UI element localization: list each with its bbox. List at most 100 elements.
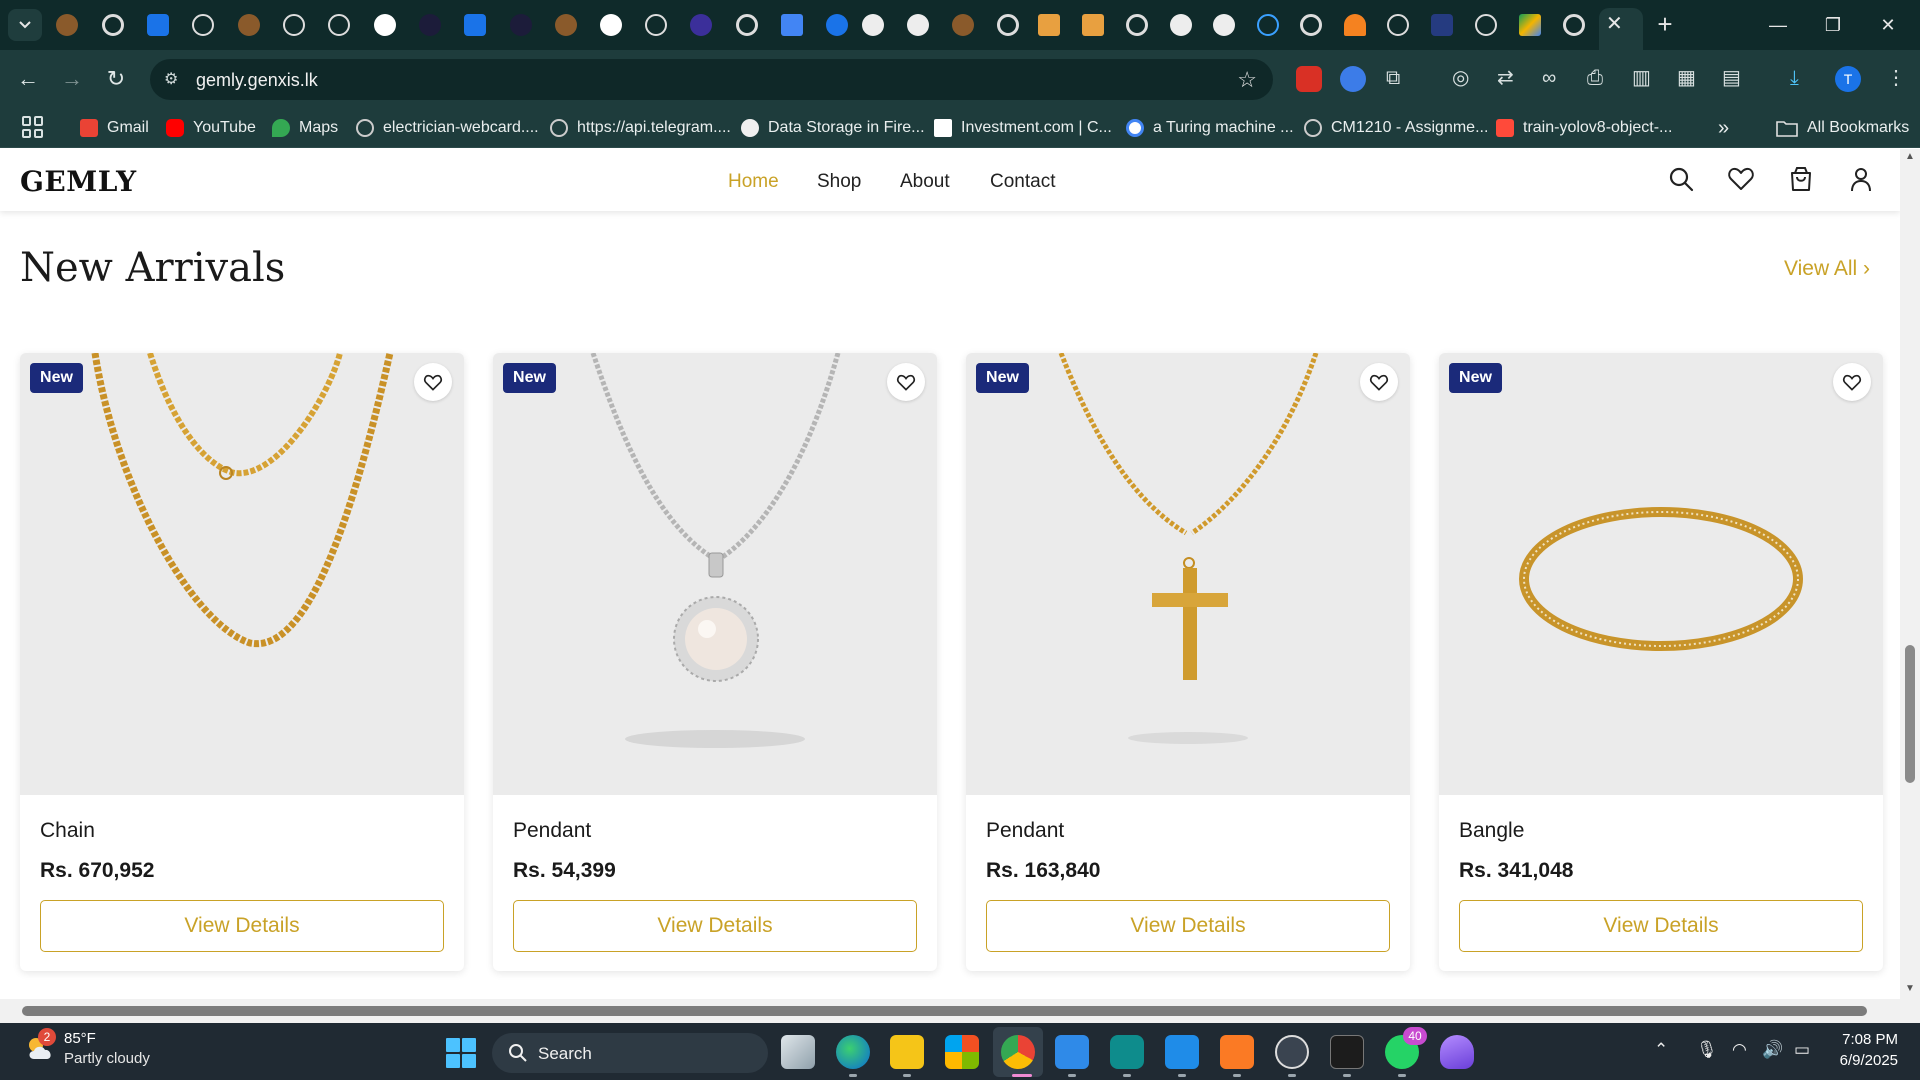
- github-icon[interactable]: [1170, 14, 1192, 36]
- drive-icon[interactable]: [1519, 14, 1541, 36]
- tab-favicon[interactable]: [419, 14, 441, 36]
- wishlist-button[interactable]: [414, 363, 452, 401]
- translate-icon[interactable]: ⇄: [1497, 64, 1514, 92]
- url-text[interactable]: gemly.genxis.lk: [196, 70, 318, 91]
- shopping-bag-icon[interactable]: [1787, 165, 1815, 193]
- screenshot-icon[interactable]: ◎: [1452, 64, 1469, 92]
- scroll-down-arrow-icon[interactable]: ▼: [1905, 983, 1915, 994]
- product-image[interactable]: [966, 353, 1410, 795]
- product-image[interactable]: [1439, 353, 1883, 795]
- all-bookmarks-button[interactable]: All Bookmarks: [1776, 118, 1909, 138]
- new-tab-button[interactable]: +: [1650, 10, 1680, 40]
- bookmark-maps[interactable]: Maps: [272, 118, 338, 138]
- product-card[interactable]: New Pendant Rs. 163,840 View Details: [966, 353, 1410, 971]
- scroll-up-arrow-icon[interactable]: ▲: [1905, 151, 1915, 162]
- tab-favicon[interactable]: [997, 14, 1019, 36]
- minimize-icon[interactable]: —: [1755, 10, 1801, 40]
- view-details-button[interactable]: View Details: [40, 900, 444, 952]
- side-panel-icon[interactable]: ▤: [1722, 64, 1741, 92]
- reload-button[interactable]: ↻: [100, 63, 132, 95]
- xampp-icon[interactable]: [1220, 1035, 1254, 1069]
- tab-favicon[interactable]: [555, 14, 577, 36]
- view-all-link[interactable]: View All ›: [1784, 257, 1870, 281]
- tab-favicon[interactable]: [192, 14, 214, 36]
- tab-favicon[interactable]: [1257, 14, 1279, 36]
- bookmark-telegram[interactable]: https://api.telegram....: [550, 118, 731, 138]
- bookmark-data-storage[interactable]: Data Storage in Fire...: [741, 118, 925, 138]
- tab-favicon[interactable]: [1475, 14, 1497, 36]
- heart-icon[interactable]: [1727, 165, 1755, 193]
- tab-favicon[interactable]: [600, 14, 622, 36]
- profile-avatar[interactable]: T: [1835, 66, 1861, 92]
- download-icon[interactable]: ⤓: [1790, 64, 1799, 92]
- task-view-icon[interactable]: [781, 1035, 815, 1069]
- bookmark-turing[interactable]: a Turing machine ...: [1126, 118, 1294, 138]
- github-icon[interactable]: [1213, 14, 1235, 36]
- address-bar[interactable]: ⚙ gemly.genxis.lk ☆: [150, 59, 1273, 100]
- translate-extension-icon[interactable]: [1340, 66, 1366, 92]
- close-tab-icon[interactable]: ✕: [1606, 12, 1623, 36]
- tab-favicon[interactable]: [56, 14, 78, 36]
- nav-about[interactable]: About: [900, 171, 950, 193]
- scrollbar-thumb[interactable]: [1905, 645, 1915, 783]
- view-details-button[interactable]: View Details: [513, 900, 917, 952]
- product-card[interactable]: New Pendant Rs. 54,399 View Details: [493, 353, 937, 971]
- tab-search-button[interactable]: [8, 9, 42, 41]
- tab-favicon[interactable]: [102, 14, 124, 36]
- qr-code-icon[interactable]: ▦: [1677, 64, 1696, 92]
- tab-favicon[interactable]: [1344, 14, 1366, 36]
- tab-favicon[interactable]: [510, 14, 532, 36]
- battery-icon[interactable]: ▭: [1794, 1040, 1810, 1060]
- tab-favicon[interactable]: [690, 14, 712, 36]
- chrome-icon[interactable]: [1001, 1035, 1035, 1069]
- more-menu-icon[interactable]: ⋮: [1886, 64, 1906, 92]
- extension-icon[interactable]: [1296, 66, 1322, 92]
- wishlist-button[interactable]: [887, 363, 925, 401]
- product-card[interactable]: New Chain Rs. 670,952 View Details: [20, 353, 464, 971]
- vertical-scrollbar[interactable]: ▲ ▼: [1900, 149, 1920, 999]
- view-details-button[interactable]: View Details: [1459, 900, 1863, 952]
- wishlist-button[interactable]: [1833, 363, 1871, 401]
- nav-shop[interactable]: Shop: [817, 171, 861, 193]
- obsidian-icon[interactable]: [1440, 1035, 1474, 1069]
- tab-favicon[interactable]: [374, 14, 396, 36]
- bookmark-electrician[interactable]: electrician-webcard....: [356, 118, 539, 138]
- weather-desc[interactable]: Partly cloudy: [64, 1050, 150, 1067]
- file-explorer-icon[interactable]: [890, 1035, 924, 1069]
- link-icon[interactable]: ∞: [1542, 64, 1556, 92]
- forward-button[interactable]: →: [56, 63, 88, 95]
- tab-favicon[interactable]: [464, 14, 486, 36]
- volume-icon[interactable]: 🔊: [1762, 1040, 1783, 1060]
- bookmark-cm1210[interactable]: CM1210 - Assignme...: [1304, 118, 1488, 138]
- tab-favicon[interactable]: [952, 14, 974, 36]
- microsoft-store-icon[interactable]: [945, 1035, 979, 1069]
- view-details-button[interactable]: View Details: [986, 900, 1390, 952]
- print-icon[interactable]: ⎙: [1587, 64, 1603, 92]
- site-logo[interactable]: GEMLY: [20, 165, 137, 198]
- taskbar-search[interactable]: Search: [492, 1033, 768, 1073]
- product-image[interactable]: [493, 353, 937, 795]
- tab-favicon[interactable]: [1126, 14, 1148, 36]
- tab-favicon[interactable]: [1387, 14, 1409, 36]
- product-image[interactable]: [20, 353, 464, 795]
- show-hidden-icons-icon[interactable]: ⌃: [1654, 1040, 1668, 1060]
- arduino-icon[interactable]: [1110, 1035, 1144, 1069]
- clock-time[interactable]: 7:08 PM: [1838, 1031, 1898, 1048]
- back-button[interactable]: ←: [12, 63, 44, 95]
- github-icon[interactable]: [862, 14, 884, 36]
- bookmark-gmail[interactable]: Gmail: [80, 118, 149, 138]
- edge-icon[interactable]: [836, 1035, 870, 1069]
- wishlist-button[interactable]: [1360, 363, 1398, 401]
- close-window-icon[interactable]: ✕: [1865, 10, 1911, 40]
- nav-contact[interactable]: Contact: [990, 171, 1055, 193]
- bookmark-star-icon[interactable]: ☆: [1237, 67, 1257, 93]
- tab-favicon[interactable]: [1038, 14, 1060, 36]
- user-icon[interactable]: [1847, 165, 1875, 193]
- tab-favicon[interactable]: [736, 14, 758, 36]
- tab-favicon[interactable]: [147, 14, 169, 36]
- tab-favicon[interactable]: [1563, 14, 1585, 36]
- start-button[interactable]: [446, 1038, 476, 1068]
- bookmark-yolov8[interactable]: train-yolov8-object-...: [1496, 118, 1672, 138]
- tab-favicon[interactable]: [1082, 14, 1104, 36]
- search-icon[interactable]: [1667, 165, 1695, 193]
